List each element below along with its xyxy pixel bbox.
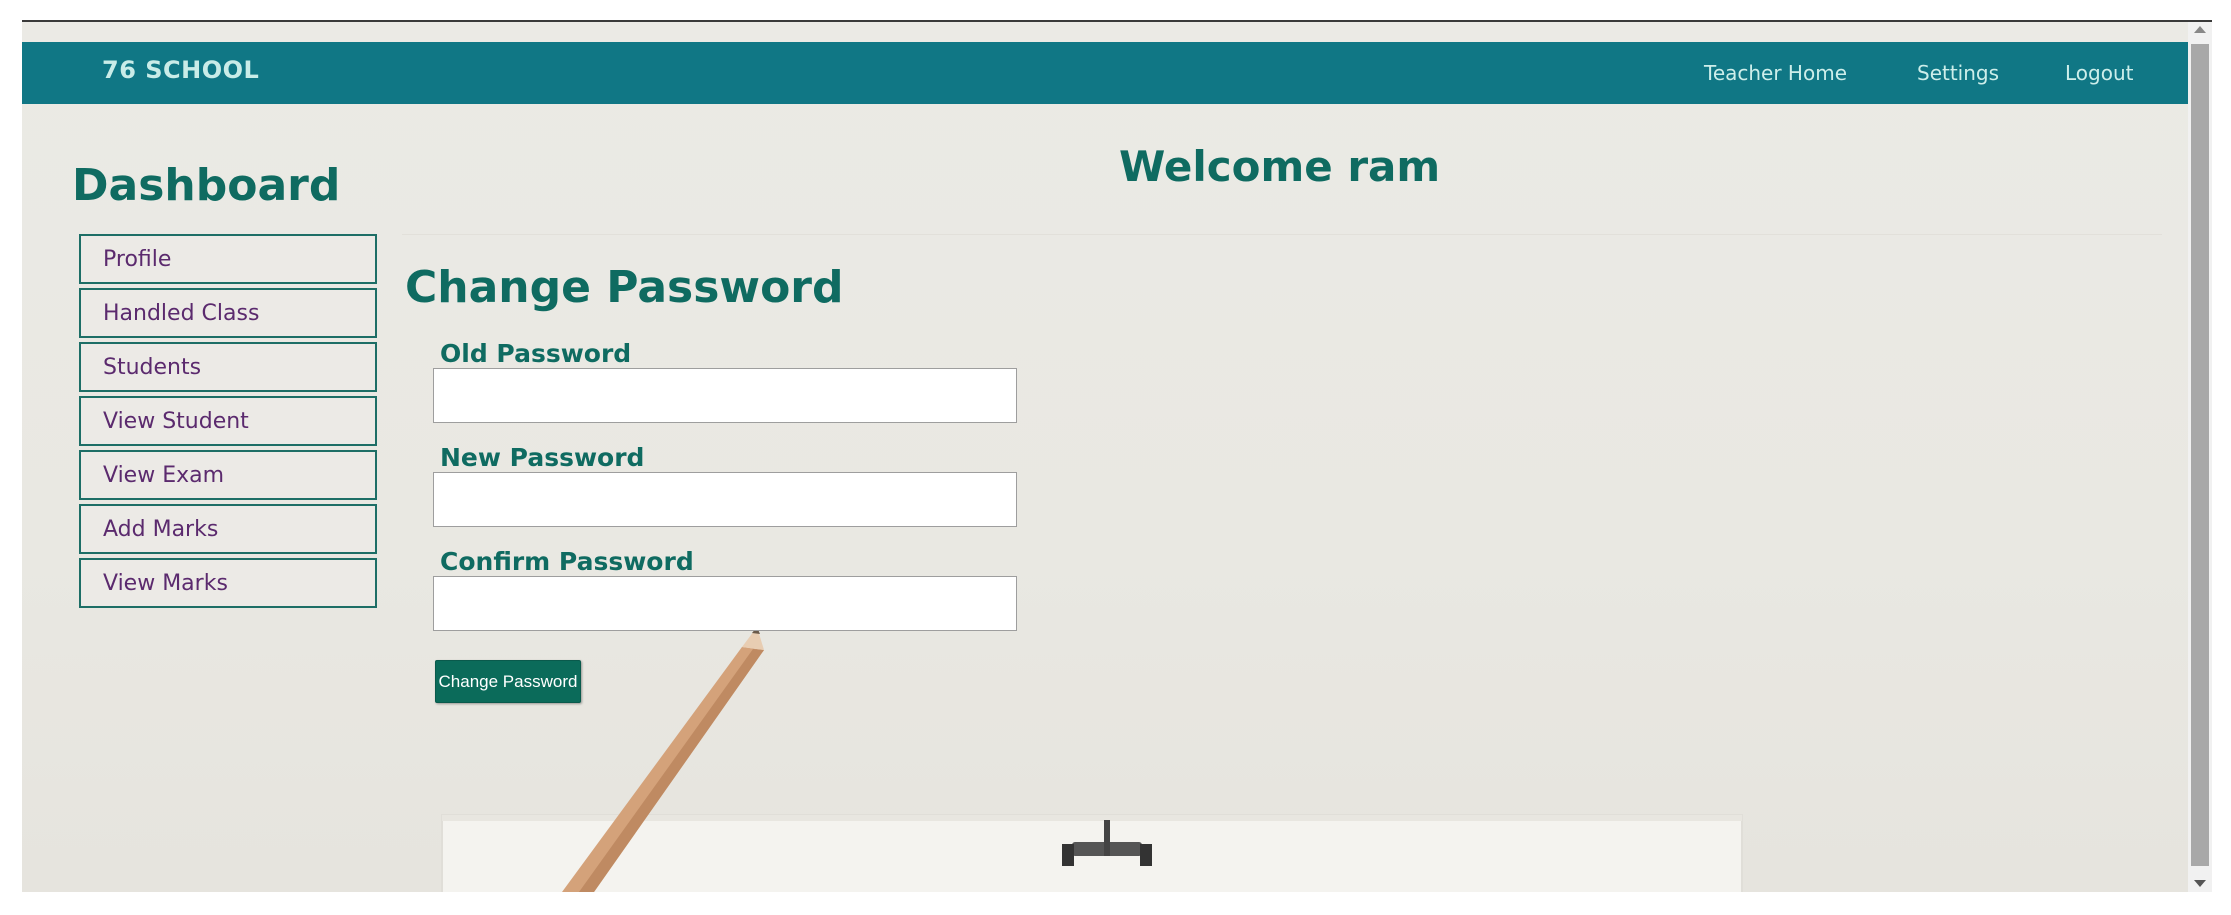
sidebar-item-students[interactable]: Students	[79, 342, 377, 392]
divider	[402, 234, 2162, 235]
sidebar-menu: Profile Handled Class Students View Stud…	[79, 234, 381, 612]
confirm-password-label: Confirm Password	[440, 547, 694, 576]
nav-logout[interactable]: Logout	[2065, 61, 2133, 85]
sidebar-item-view-exam[interactable]: View Exam	[79, 450, 377, 500]
change-password-button[interactable]: Change Password	[435, 660, 581, 703]
sidebar-item-view-marks[interactable]: View Marks	[79, 558, 377, 608]
old-password-label: Old Password	[440, 339, 632, 368]
browser-viewport: 76 SCHOOL Teacher Home Settings Logout D…	[22, 20, 2212, 892]
sidebar-item-label: Students	[103, 355, 202, 380]
vertical-scrollbar[interactable]	[2188, 22, 2212, 892]
sidebar-item-profile[interactable]: Profile	[79, 234, 377, 284]
nav-teacher-home[interactable]: Teacher Home	[1704, 61, 1847, 85]
sidebar-item-label: Add Marks	[103, 517, 219, 542]
sidebar-item-label: View Marks	[103, 571, 228, 596]
brand-logo[interactable]: 76 SCHOOL	[102, 56, 259, 84]
scrollbar-thumb[interactable]	[2191, 44, 2209, 866]
confirm-password-field[interactable]	[433, 576, 1017, 631]
sidebar-item-label: View Exam	[103, 463, 225, 488]
scroll-up-arrow-icon[interactable]	[2194, 26, 2206, 33]
old-password-field[interactable]	[433, 368, 1017, 423]
nav-settings[interactable]: Settings	[1917, 61, 1999, 85]
page-body: 76 SCHOOL Teacher Home Settings Logout D…	[22, 22, 2188, 892]
top-navbar: 76 SCHOOL Teacher Home Settings Logout	[22, 42, 2188, 104]
sidebar-item-handled-class[interactable]: Handled Class	[79, 288, 377, 338]
change-password-title: Change Password	[405, 262, 844, 313]
sidebar-item-view-student[interactable]: View Student	[79, 396, 377, 446]
welcome-heading: Welcome ram	[1119, 142, 1441, 191]
sidebar-item-label: Handled Class	[103, 301, 260, 326]
new-password-label: New Password	[440, 443, 645, 472]
new-password-field[interactable]	[433, 472, 1017, 527]
scroll-down-arrow-icon[interactable]	[2194, 880, 2206, 887]
sidebar-item-add-marks[interactable]: Add Marks	[79, 504, 377, 554]
sidebar-item-label: Profile	[103, 247, 172, 272]
sidebar-item-label: View Student	[103, 409, 249, 434]
dashboard-title: Dashboard	[72, 160, 341, 211]
